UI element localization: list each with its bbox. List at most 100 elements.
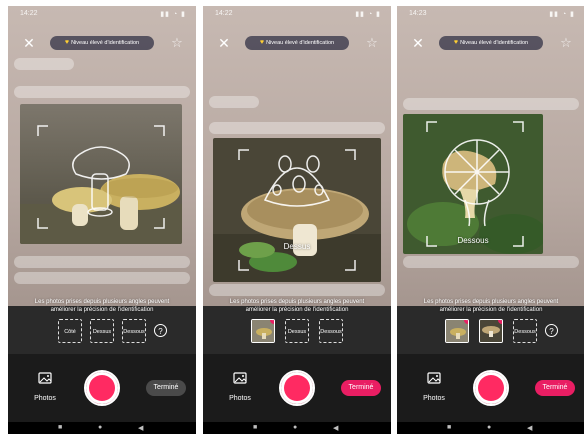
mushroom-photo: Dessus bbox=[213, 138, 381, 282]
status-bar: 14:22 ▮▮ ◔ ▮ bbox=[203, 6, 391, 22]
thumb-bottom[interactable]: Dessous bbox=[122, 319, 146, 343]
thumb-side-captured[interactable]: × bbox=[251, 319, 275, 343]
angle-thumbnails: × × Dessous ? bbox=[397, 319, 584, 345]
android-nav-bar: ■ ● ◀ bbox=[8, 422, 196, 434]
ghost-row bbox=[403, 98, 579, 110]
back-icon[interactable]: ◀ bbox=[138, 424, 143, 432]
status-icons: ▮▮ ◔ ▮ bbox=[160, 11, 186, 18]
thumb-top[interactable]: Dessus bbox=[90, 319, 114, 343]
ghost-row bbox=[14, 256, 190, 268]
status-icons: ▮▮ ◔ ▮ bbox=[355, 11, 381, 18]
captured-photo-thumbnail bbox=[252, 320, 274, 342]
android-nav-bar: ■ ● ◀ bbox=[203, 422, 391, 434]
photos-label: Photos bbox=[34, 395, 56, 402]
remove-photo-badge[interactable]: × bbox=[498, 320, 502, 324]
framing-reticle bbox=[37, 125, 165, 229]
shutter-button[interactable] bbox=[84, 370, 120, 406]
home-icon[interactable]: ● bbox=[293, 424, 297, 431]
status-time: 14:23 bbox=[409, 10, 427, 17]
help-icon[interactable]: ? bbox=[154, 324, 167, 337]
recents-icon[interactable]: ■ bbox=[58, 424, 62, 431]
identification-notice: ♥ Niveau élevé d'identification bbox=[245, 36, 349, 50]
close-button[interactable]: ✕ bbox=[411, 36, 425, 50]
recents-icon[interactable]: ■ bbox=[447, 424, 451, 431]
status-bar: 14:22 ▮▮ ◔ ▮ bbox=[8, 6, 196, 22]
close-button[interactable]: ✕ bbox=[22, 36, 36, 50]
home-icon[interactable]: ● bbox=[98, 424, 102, 431]
capture-controls: Photos Terminé bbox=[203, 354, 391, 422]
remove-photo-badge[interactable]: × bbox=[464, 320, 468, 324]
heart-icon: ♥ bbox=[64, 39, 70, 46]
mushroom-photo bbox=[20, 104, 182, 244]
mushroom-photo: Dessous bbox=[403, 114, 543, 254]
photos-button[interactable]: Photos bbox=[28, 372, 62, 405]
favorite-button[interactable]: ☆ bbox=[559, 36, 573, 50]
close-icon: ✕ bbox=[23, 35, 35, 51]
favorite-button[interactable]: ☆ bbox=[170, 36, 184, 50]
angle-label: Dessus bbox=[283, 242, 311, 251]
remove-photo-badge[interactable]: × bbox=[270, 320, 274, 324]
phone-screen-bottom: Dessous 14:23 ▮▮ ◔ ▮ ✕ ♥ Niveau élevé d'i… bbox=[397, 6, 584, 434]
ghost-chip bbox=[209, 96, 259, 108]
shutter-button[interactable] bbox=[279, 370, 315, 406]
close-button[interactable]: ✕ bbox=[217, 36, 231, 50]
ghost-chip bbox=[14, 58, 74, 70]
star-icon: ☆ bbox=[560, 35, 572, 50]
ghost-row bbox=[209, 122, 385, 134]
camera-viewfinder: Dessus bbox=[203, 6, 391, 306]
done-button[interactable]: Terminé bbox=[341, 380, 381, 396]
photos-label: Photos bbox=[229, 395, 251, 402]
ghost-row bbox=[14, 272, 190, 284]
ghost-row bbox=[403, 256, 579, 268]
back-icon[interactable]: ◀ bbox=[527, 424, 532, 432]
home-icon[interactable]: ● bbox=[487, 424, 491, 431]
done-button[interactable]: Terminé bbox=[535, 380, 575, 396]
capture-controls: Photos Terminé bbox=[8, 354, 196, 422]
photos-label: Photos bbox=[423, 395, 445, 402]
phone-screen-top: Dessus 14:22 ▮▮ ◔ ▮ ✕ ♥ Niveau élevé d'id… bbox=[203, 6, 391, 434]
heart-icon: ♥ bbox=[453, 39, 459, 46]
notice-text: Niveau élevé d'identification bbox=[460, 40, 529, 46]
notice-text: Niveau élevé d'identification bbox=[71, 40, 140, 46]
status-time: 14:22 bbox=[215, 10, 233, 17]
ghost-row bbox=[209, 284, 385, 296]
multi-angle-hint: Les photos prises depuis plusieurs angle… bbox=[229, 299, 365, 313]
identification-notice: ♥ Niveau élevé d'identification bbox=[50, 36, 154, 50]
favorite-button[interactable]: ☆ bbox=[365, 36, 379, 50]
capture-controls: Photos Terminé bbox=[397, 354, 584, 422]
gallery-icon bbox=[427, 372, 441, 384]
notice-text: Niveau élevé d'identification bbox=[266, 40, 335, 46]
thumb-bottom[interactable]: Dessous bbox=[319, 319, 343, 343]
photos-button[interactable]: Photos bbox=[417, 372, 451, 405]
close-icon: ✕ bbox=[218, 35, 230, 51]
camera-viewfinder: Dessous bbox=[397, 6, 584, 306]
gallery-icon bbox=[38, 372, 52, 384]
back-icon[interactable]: ◀ bbox=[333, 424, 338, 432]
android-nav-bar: ■ ● ◀ bbox=[397, 422, 584, 434]
identification-notice: ♥ Niveau élevé d'identification bbox=[439, 36, 543, 50]
star-icon: ☆ bbox=[366, 35, 378, 50]
thumb-side[interactable]: Côté bbox=[58, 319, 82, 343]
captured-photo-thumbnail bbox=[446, 320, 468, 342]
status-icons: ▮▮ ◔ ▮ bbox=[549, 11, 575, 18]
shutter-button[interactable] bbox=[473, 370, 509, 406]
gallery-icon bbox=[233, 372, 247, 384]
thumb-side-captured[interactable]: × bbox=[445, 319, 469, 343]
recents-icon[interactable]: ■ bbox=[253, 424, 257, 431]
thumb-bottom[interactable]: Dessous bbox=[513, 319, 537, 343]
framing-reticle bbox=[426, 121, 524, 247]
status-time: 14:22 bbox=[20, 10, 38, 17]
multi-angle-hint: Les photos prises depuis plusieurs angle… bbox=[34, 299, 170, 313]
angle-label: Dessous bbox=[457, 236, 489, 245]
help-icon[interactable]: ? bbox=[545, 324, 558, 337]
framing-reticle bbox=[238, 149, 356, 271]
thumb-top[interactable]: Dessus bbox=[285, 319, 309, 343]
close-icon: ✕ bbox=[412, 35, 424, 51]
multi-angle-hint: Les photos prises depuis plusieurs angle… bbox=[423, 299, 559, 313]
done-button[interactable]: Terminé bbox=[146, 380, 186, 396]
thumb-top-captured[interactable]: × bbox=[479, 319, 503, 343]
phone-screen-side: 14:22 ▮▮ ◔ ▮ ✕ ♥ Niveau élevé d'identific… bbox=[8, 6, 196, 434]
photos-button[interactable]: Photos bbox=[223, 372, 257, 405]
angle-thumbnails: Côté Dessus Dessous ? bbox=[8, 319, 196, 345]
camera-viewfinder bbox=[8, 6, 196, 306]
